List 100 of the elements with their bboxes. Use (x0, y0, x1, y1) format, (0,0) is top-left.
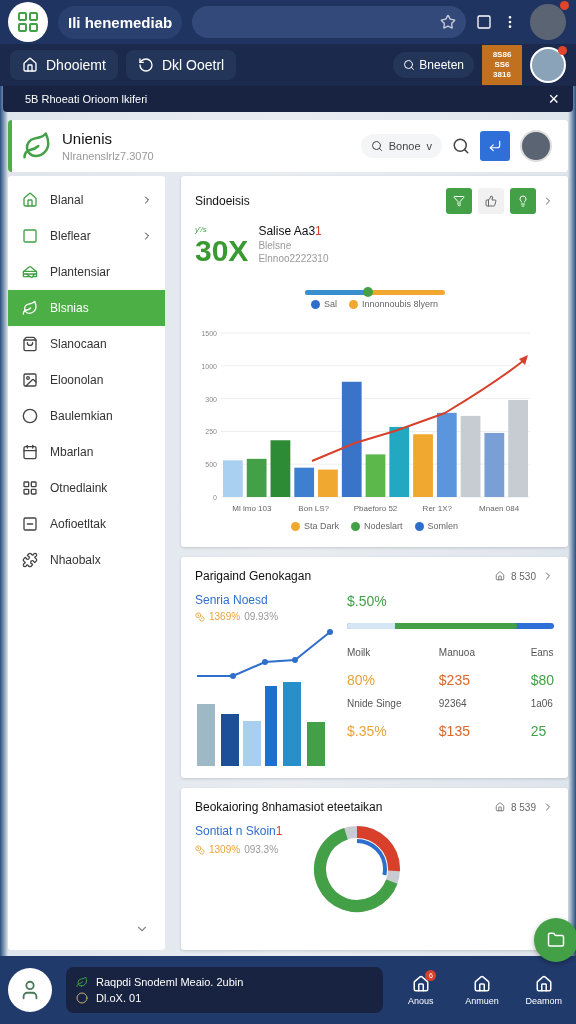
chart-bar (307, 722, 325, 766)
notification-dot (558, 46, 567, 55)
sidebar-item[interactable]: Mbarlan (8, 434, 165, 470)
chart-bar (365, 454, 386, 497)
bottom-nav-item[interactable]: Anmuen (458, 973, 506, 1007)
card-subtitle: Senria Noesd (195, 593, 269, 607)
enter-button[interactable] (480, 131, 510, 161)
sidebar-item[interactable]: Blanal (8, 182, 165, 218)
card-title: Parigaind Genokagan (195, 569, 313, 583)
thumbs-up-icon (485, 195, 497, 207)
chart-bar (246, 458, 267, 497)
thumbs-up-button[interactable] (478, 188, 504, 214)
house-icon (472, 974, 491, 993)
sidebar-item[interactable]: Aofioetltak (8, 506, 165, 542)
chart-bar (221, 714, 239, 766)
app-logo[interactable] (8, 968, 52, 1012)
card-meta: 8 530 (510, 570, 536, 582)
tile-text: 8S86 (492, 50, 512, 60)
leaf-logo-icon (22, 131, 52, 161)
bottom-nav-item[interactable]: Deamom (519, 973, 568, 1007)
kpi-value: 30X (195, 234, 249, 268)
circle-icon (76, 992, 88, 1004)
house-icon (411, 974, 430, 993)
axis-category-label: Rer 1X? (422, 504, 452, 513)
house-icon (22, 192, 38, 208)
sidebar-item[interactable]: Eloonolan (8, 362, 165, 398)
circle-icon (22, 408, 38, 424)
search-icon[interactable] (452, 137, 470, 155)
axis-category-label: Mnaen 084 (479, 504, 520, 513)
close-button[interactable]: × (548, 88, 559, 110)
metric-value: $235 (438, 672, 471, 688)
lightbulb-icon (517, 195, 529, 207)
legend-item: Innonnoubis 8lyern (348, 299, 439, 309)
coin-icon (195, 611, 205, 622)
sidebar-item[interactable]: Otnedlaink (8, 470, 165, 506)
search-field[interactable] (192, 6, 466, 38)
app-logo[interactable] (8, 2, 48, 42)
coin-icon (195, 844, 205, 855)
chart-point (230, 673, 236, 679)
burger-icon (22, 264, 38, 280)
metric-value: $135 (438, 723, 471, 739)
tile-text: SS6 (494, 60, 510, 70)
card-title: Sindoeisis (195, 194, 251, 208)
folder-button[interactable] (534, 918, 576, 962)
headline-value: $.50% (347, 593, 388, 609)
banner-text: 5B Rhoeati Orioom lkiferi (25, 93, 148, 105)
chart-bar (243, 721, 261, 766)
metric-label: 92364 (438, 698, 468, 709)
lightbulb-button[interactable] (510, 188, 536, 214)
stat-text: 09.93% (244, 611, 279, 622)
metric-value: $.35% (347, 723, 388, 739)
leaf-icon (76, 976, 88, 988)
leaf-icon (22, 300, 38, 316)
range-slider[interactable] (304, 290, 445, 295)
nav-tab[interactable]: Dkl Ooetrl (125, 50, 237, 80)
sidebar-item[interactable]: Baulemkian (8, 398, 165, 434)
grid-icon (16, 10, 40, 34)
legend-item: Sta Dark (290, 521, 339, 531)
legend-item: Nodeslart (351, 521, 403, 531)
metric-value: 25 (530, 723, 548, 739)
grid-icon (22, 480, 38, 496)
house-icon (494, 571, 505, 581)
filter-dropdown[interactable]: Bonoe v (360, 134, 442, 158)
metric-label: Eans (530, 647, 554, 658)
sidebar-item[interactable]: Nhaobalx (8, 542, 165, 578)
search-icon (370, 140, 383, 152)
filter-button[interactable] (446, 188, 472, 214)
stat-text: 093.3% (244, 844, 279, 855)
minus-box-icon (22, 516, 38, 532)
metric-label: Moilk (347, 647, 372, 658)
square-icon[interactable] (476, 14, 492, 30)
bag-icon (22, 336, 38, 352)
stat-text: 1309% (209, 844, 241, 855)
metric-label: Nnide Singe (347, 698, 403, 709)
tile-text: 3816 (493, 70, 511, 80)
axis-category-label: Pbaeforo 52 (353, 504, 398, 513)
search-pill[interactable]: Bneeten (393, 52, 474, 78)
chart-bar (223, 460, 243, 497)
header-subtitle: Nlranenslrlz7.3070 (62, 150, 155, 162)
nav-tab[interactable]: Dhooiemt (10, 50, 118, 80)
star-icon[interactable] (440, 14, 456, 30)
card-title: Beokaioring 8nhamasiot eteetaikan (195, 800, 384, 814)
notification-dot (560, 1, 569, 10)
square-icon (22, 228, 38, 244)
house-icon (534, 974, 553, 993)
folder-icon (547, 931, 565, 949)
search-icon (403, 59, 416, 71)
legend-item: Sal (310, 299, 337, 309)
metric-value: 80% (347, 672, 377, 688)
filter-icon (453, 195, 465, 207)
card-subtitle: Sontiat n Skoin1 (195, 824, 283, 838)
header-title: Unienis (62, 130, 114, 147)
kpi-caption: ƴ /s (195, 225, 208, 234)
sidebar-item[interactable]: Slanocaan (8, 326, 165, 362)
enter-icon (488, 139, 502, 153)
puzzle-icon (22, 552, 38, 568)
sidebar-item[interactable]: Plantensiar (8, 254, 165, 290)
home-icon (22, 57, 38, 73)
chart-bar (318, 469, 338, 497)
sidebar-item[interactable]: Bleflear (8, 218, 165, 254)
